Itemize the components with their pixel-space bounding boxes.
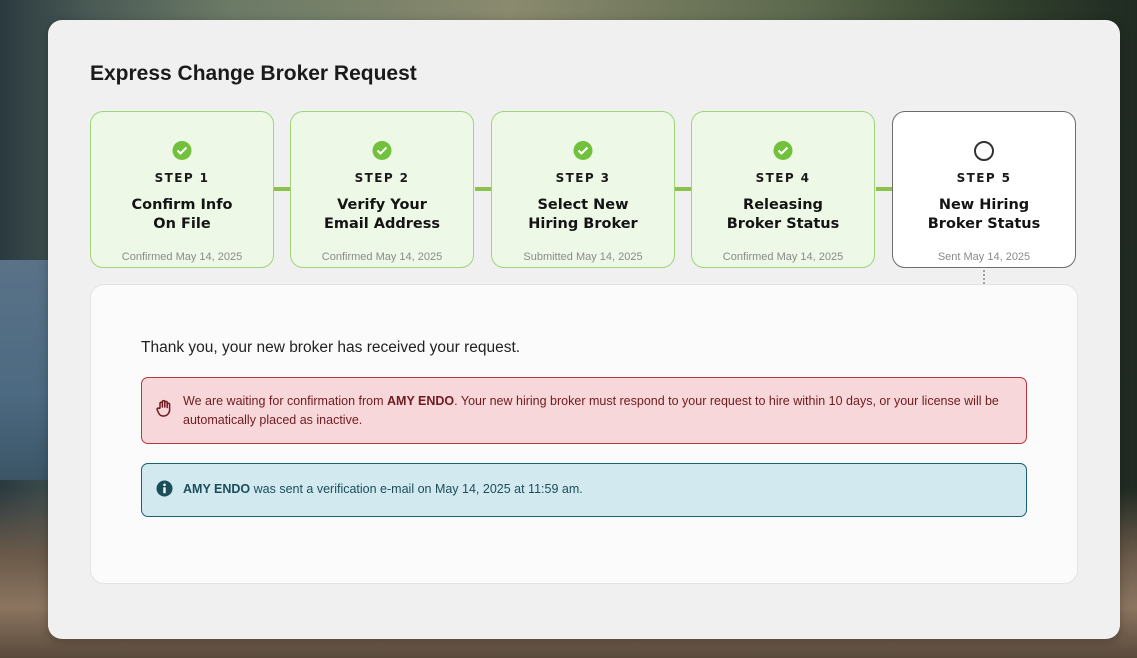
confirmation-message: Thank you, your new broker has received …: [141, 339, 521, 356]
step-name: New Hiring Broker Status: [927, 197, 1041, 232]
step-label: STEP 2: [354, 171, 410, 185]
step-connector: [475, 187, 491, 191]
step-label: STEP 1: [154, 171, 210, 185]
step-connector: [876, 187, 892, 191]
step-name: Verify Your Email Address: [323, 197, 440, 232]
step-date: Sent May 14, 2025: [937, 251, 1031, 263]
status-panel: Thank you, your new broker has received …: [90, 284, 1078, 584]
step-3-card: STEP 3 Select New Hiring Broker Submitted…: [491, 111, 675, 268]
check-circle-icon: [172, 141, 192, 160]
step-date: Confirmed May 14, 2025: [722, 251, 844, 263]
verification-alert-text: AMY ENDO was sent a verification e-mail …: [183, 482, 583, 496]
hand-stop-icon: [156, 399, 171, 417]
step-name: Select New Hiring Broker: [528, 197, 638, 232]
broker-name: AMY ENDO: [183, 482, 251, 496]
step-4-card: STEP 4 Releasing Broker Status Confirmed …: [691, 111, 875, 268]
check-circle-icon: [773, 141, 793, 160]
step-label: STEP 4: [755, 171, 811, 185]
step-connector: [274, 187, 290, 191]
step-name: Confirm Info On File: [131, 197, 233, 232]
empty-circle-icon: [974, 141, 994, 161]
step-5-card: STEP 5 New Hiring Broker Status Sent May …: [892, 111, 1076, 268]
request-card: Express Change Broker Request STEP 1 Con…: [48, 20, 1120, 639]
waiting-alert: We are waiting for confirmation from AMY…: [141, 377, 1027, 444]
step-date: Confirmed May 14, 2025: [121, 251, 243, 263]
page-title: Express Change Broker Request: [90, 62, 417, 85]
step-2-card: STEP 2 Verify Your Email Address Confirme…: [290, 111, 474, 268]
step-date: Confirmed May 14, 2025: [321, 251, 443, 263]
step-1-card: STEP 1 Confirm Info On File Confirmed May…: [90, 111, 274, 268]
step-name: Releasing Broker Status: [726, 197, 840, 232]
broker-name: AMY ENDO: [387, 394, 455, 408]
check-circle-icon: [372, 141, 392, 160]
step-date: Submitted May 14, 2025: [523, 251, 643, 263]
verification-alert: AMY ENDO was sent a verification e-mail …: [141, 463, 1027, 517]
waiting-alert-text: We are waiting for confirmation from AMY…: [183, 394, 999, 427]
step-label: STEP 5: [956, 171, 1012, 185]
step-label: STEP 3: [555, 171, 611, 185]
check-circle-icon: [573, 141, 593, 160]
step-connector: [675, 187, 691, 191]
step-progress: STEP 1 Confirm Info On File Confirmed May…: [90, 111, 1078, 270]
info-circle-icon: [156, 480, 173, 497]
